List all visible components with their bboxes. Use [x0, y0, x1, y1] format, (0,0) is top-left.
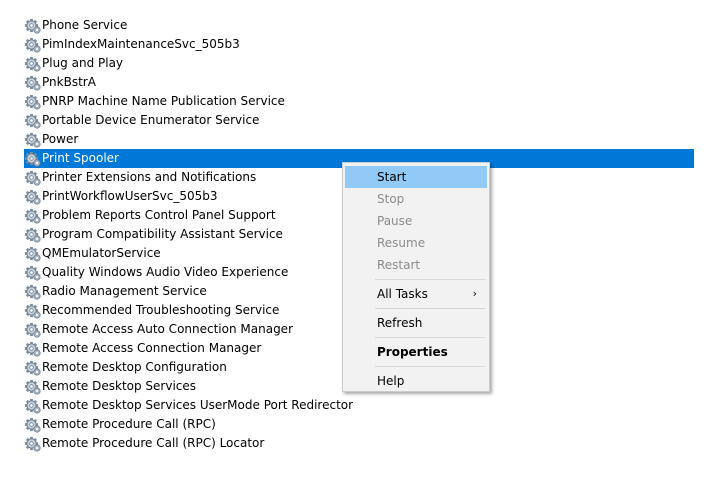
gear-icon	[24, 227, 41, 243]
gear-icon	[24, 189, 41, 205]
gear-icon	[24, 284, 41, 300]
menu-item-pause: Pause	[377, 214, 413, 228]
service-name: PNRP Machine Name Publication Service	[42, 94, 285, 108]
gear-icon	[24, 18, 41, 34]
menu-item-properties[interactable]: Properties	[345, 341, 487, 363]
menu-item-all-tasks[interactable]: All Tasks ›	[345, 283, 487, 305]
service-row[interactable]: Phone Service	[24, 16, 694, 35]
gear-icon	[24, 94, 41, 110]
service-name: Remote Procedure Call (RPC)	[42, 417, 216, 431]
gear-icon	[24, 170, 41, 186]
menu-separator	[375, 366, 485, 367]
gear-icon	[24, 208, 41, 224]
service-name: PnkBstrA	[42, 75, 96, 89]
service-name: Phone Service	[42, 18, 128, 32]
service-row[interactable]: Power	[24, 130, 694, 149]
gear-icon	[24, 151, 41, 167]
gear-icon	[24, 360, 41, 376]
service-name: Radio Management Service	[42, 284, 207, 298]
menu-separator	[375, 279, 485, 280]
menu-item-restart: Restart	[377, 258, 421, 272]
service-name: Recommended Troubleshooting Service	[42, 303, 280, 317]
gear-icon	[24, 379, 41, 395]
service-name: Printer Extensions and Notifications	[42, 170, 257, 184]
service-name: Remote Procedure Call (RPC) Locator	[42, 436, 265, 450]
service-name: QMEmulatorService	[42, 246, 161, 260]
gear-icon	[24, 246, 41, 262]
menu-item-all-tasks-label: All Tasks	[377, 287, 428, 301]
menu-item-refresh[interactable]: Refresh	[345, 312, 487, 334]
service-name: Problem Reports Control Panel Support	[42, 208, 276, 222]
context-menu: Start Stop Pause Resume Restart All Task…	[342, 162, 490, 392]
service-row[interactable]: Remote Procedure Call (RPC)	[24, 415, 694, 434]
menu-item-start[interactable]: Start	[345, 166, 487, 188]
gear-icon	[24, 436, 41, 452]
service-row[interactable]: Remote Procedure Call (RPC) Locator	[24, 434, 694, 453]
service-name: Power	[42, 132, 79, 146]
service-name: Print Spooler	[42, 151, 119, 165]
service-name: Quality Windows Audio Video Experience	[42, 265, 289, 279]
gear-icon	[24, 75, 41, 91]
menu-item-stop: Stop	[377, 192, 405, 206]
service-row[interactable]: PimIndexMaintenanceSvc_505b3	[24, 35, 694, 54]
service-name: Remote Desktop Services	[42, 379, 197, 393]
menu-item-resume: Resume	[377, 236, 426, 250]
services-window: Phone Service PimIndexMaintenanceSvc_505…	[0, 0, 727, 485]
gear-icon	[24, 265, 41, 281]
service-name: Remote Access Auto Connection Manager	[42, 322, 293, 336]
gear-icon	[24, 341, 41, 357]
gear-icon	[24, 132, 41, 148]
gear-icon	[24, 303, 41, 319]
service-row[interactable]: Plug and Play	[24, 54, 694, 73]
gear-icon	[24, 113, 41, 129]
gear-icon	[24, 37, 41, 53]
menu-item-help[interactable]: Help	[345, 370, 487, 392]
service-name: Program Compatibility Assistant Service	[42, 227, 283, 241]
chevron-right-icon: ›	[472, 287, 477, 300]
service-row[interactable]: PnkBstrA	[24, 73, 694, 92]
service-name: Portable Device Enumerator Service	[42, 113, 260, 127]
service-name: PrintWorkflowUserSvc_505b3	[42, 189, 218, 203]
service-name: Plug and Play	[42, 56, 124, 70]
service-row[interactable]: Portable Device Enumerator Service	[24, 111, 694, 130]
service-name: Remote Access Connection Manager	[42, 341, 262, 355]
gear-icon	[24, 417, 41, 433]
menu-separator	[375, 337, 485, 338]
menu-separator	[375, 308, 485, 309]
gear-icon	[24, 322, 41, 338]
service-row[interactable]: PNRP Machine Name Publication Service	[24, 92, 694, 111]
gear-icon	[24, 56, 41, 72]
service-name: Remote Desktop Services UserMode Port Re…	[42, 398, 354, 412]
service-name: PimIndexMaintenanceSvc_505b3	[42, 37, 240, 51]
gear-icon	[24, 398, 41, 414]
service-row[interactable]: Remote Desktop Services UserMode Port Re…	[24, 396, 694, 415]
service-name: Remote Desktop Configuration	[42, 360, 227, 374]
